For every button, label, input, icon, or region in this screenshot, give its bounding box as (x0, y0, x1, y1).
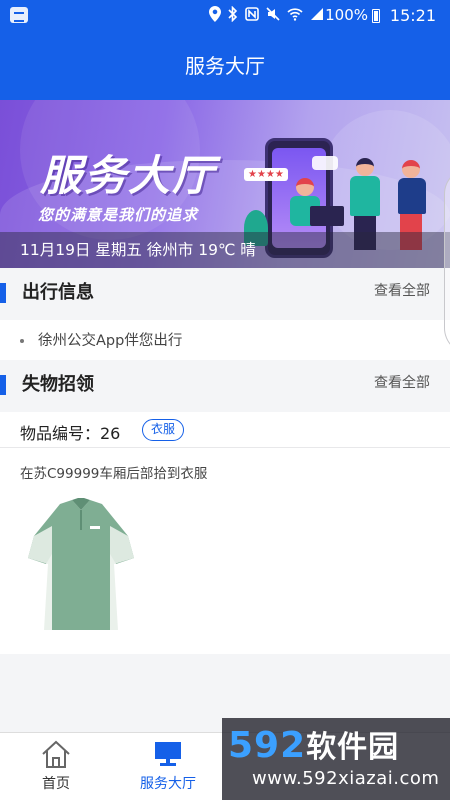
section-accent-bar (0, 283, 6, 303)
tab-home[interactable]: 首页 (0, 733, 112, 800)
clock: 15:21 (389, 6, 436, 25)
item-photo[interactable] (22, 496, 140, 636)
location-icon (209, 6, 221, 28)
travel-view-all-link[interactable]: 查看全部 (374, 268, 430, 314)
category-tag: 衣服 (142, 419, 185, 441)
home-icon (42, 740, 70, 768)
divider (0, 447, 450, 448)
list-item[interactable]: 徐州公交App伴您出行 (0, 320, 450, 360)
person-illustration (296, 178, 314, 196)
signal-icon (310, 7, 324, 27)
battery-percent: 100% (325, 6, 368, 24)
watermark-brand: 软件园 (306, 730, 400, 765)
person-illustration (356, 158, 374, 176)
page-title: 服务大厅 (0, 32, 450, 100)
travel-item-text: 徐州公交App伴您出行 (38, 333, 183, 349)
app-notification-icon (10, 7, 28, 23)
nfc-icon (245, 7, 259, 27)
banner-slogan: 您的满意是我们的追求 (38, 206, 199, 224)
travel-section-header: 出行信息 查看全部 (0, 268, 450, 318)
lost-found-view-all-link[interactable]: 查看全部 (374, 360, 430, 406)
bullet-icon (20, 339, 24, 343)
watermark-logo: 592软件园 (228, 722, 399, 766)
item-number: 物品编号：26 (20, 424, 121, 443)
lost-found-section-title: 失物招领 (22, 374, 94, 395)
item-description: 在苏C99999车厢后部拾到衣服 (20, 466, 208, 482)
tab-home-label: 首页 (42, 776, 70, 792)
monitor-icon (155, 742, 181, 766)
laptop-illustration (310, 206, 344, 226)
tab-service-hall-label: 服务大厅 (140, 776, 196, 792)
banner-headline: 服务大厅 (40, 151, 217, 200)
wifi-icon (287, 7, 303, 27)
mute-icon (266, 7, 280, 27)
watermark: 592软件园 www.592xiazai.com (222, 718, 450, 800)
watermark-number: 592 (228, 725, 307, 766)
travel-section-title: 出行信息 (22, 282, 94, 303)
bluetooth-icon (228, 5, 238, 28)
watermark-url: www.592xiazai.com (252, 768, 440, 789)
status-bar: 100% 15:21 (0, 0, 450, 32)
lost-found-section-header: 失物招领 查看全部 (0, 360, 450, 410)
battery-icon (372, 9, 380, 23)
person-illustration (398, 178, 426, 214)
chat-bubble-illustration (312, 156, 338, 170)
rating-stars-illustration: ★★★★ (244, 168, 288, 181)
side-drawer-handle[interactable] (444, 168, 450, 354)
person-illustration (402, 160, 420, 178)
person-illustration (350, 176, 380, 216)
banner[interactable]: 服务大厅 您的满意是我们的追求 ★★★★ 11月19日 星期五 徐州市 19℃ … (0, 100, 450, 268)
weather-info: 11月19日 星期五 徐州市 19℃ 晴 (0, 232, 450, 268)
status-icons (209, 5, 324, 28)
lost-item-card[interactable]: 物品编号：26 衣服 在苏C99999车厢后部拾到衣服 (0, 412, 450, 654)
section-accent-bar (0, 375, 6, 395)
tab-service-hall[interactable]: 服务大厅 (112, 733, 224, 800)
